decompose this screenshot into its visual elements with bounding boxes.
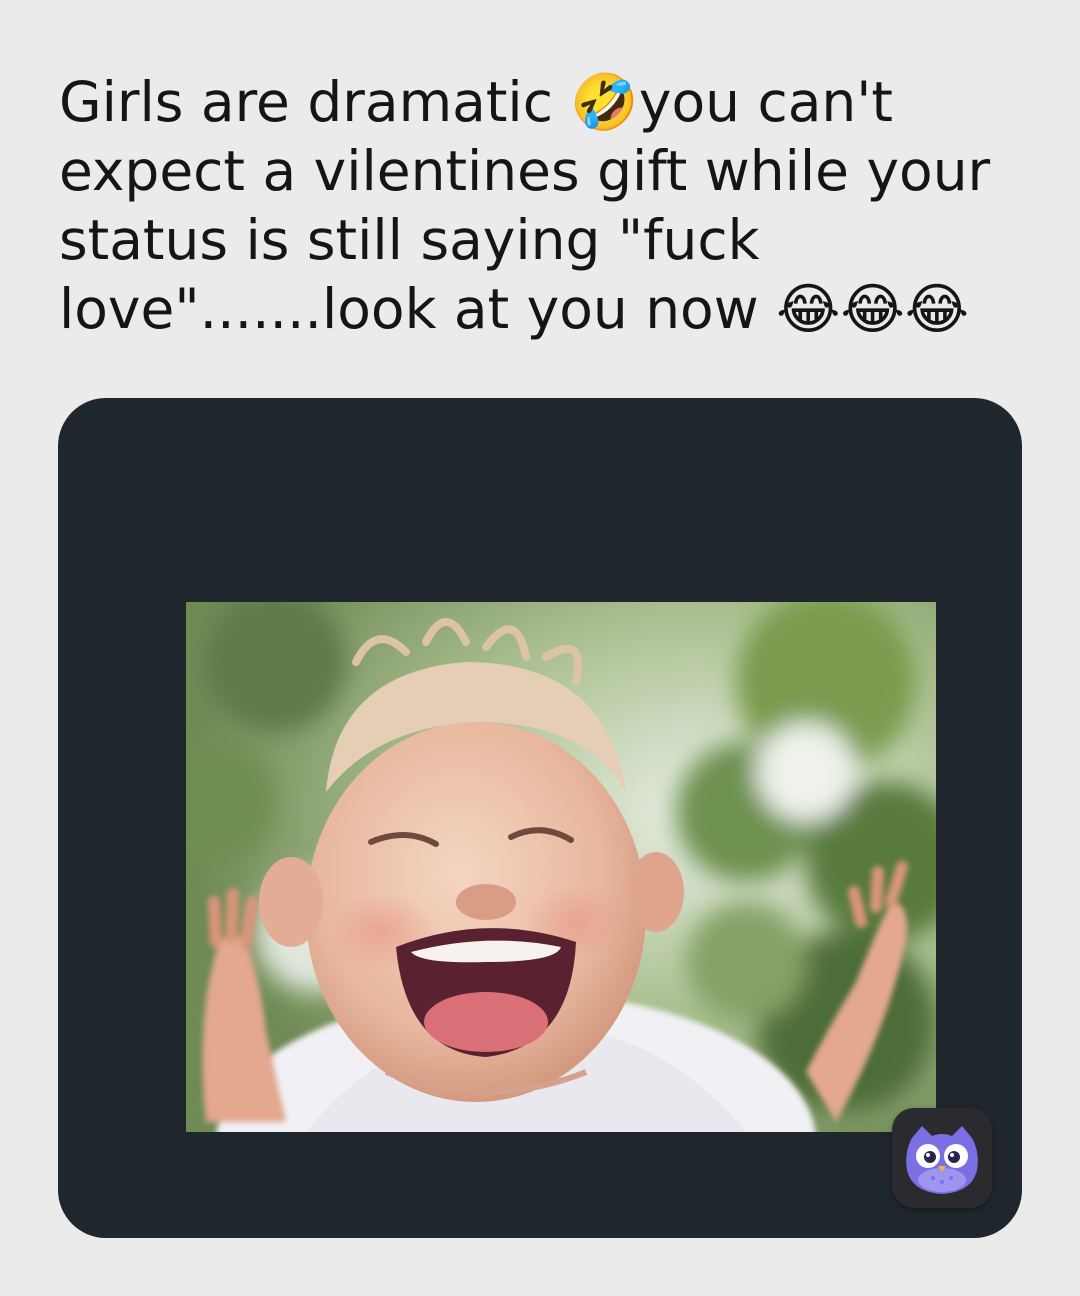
caption-line: expect a vilentines gift while your [59,139,991,203]
post-caption: Girls are dramatic 🤣you can't expect a v… [59,68,1019,344]
media-card[interactable] [58,398,1022,1238]
caption-line: status is still saying "fuck [59,208,760,272]
caption-line: Girls are dramatic 🤣you can't [59,70,893,134]
laughing-baby-photo [186,602,936,1132]
caption-line: love".......look at you now 😂😂😂 [59,277,969,341]
owl-app-icon[interactable] [892,1108,992,1208]
post-page: Girls are dramatic 🤣you can't expect a v… [0,0,1080,1296]
